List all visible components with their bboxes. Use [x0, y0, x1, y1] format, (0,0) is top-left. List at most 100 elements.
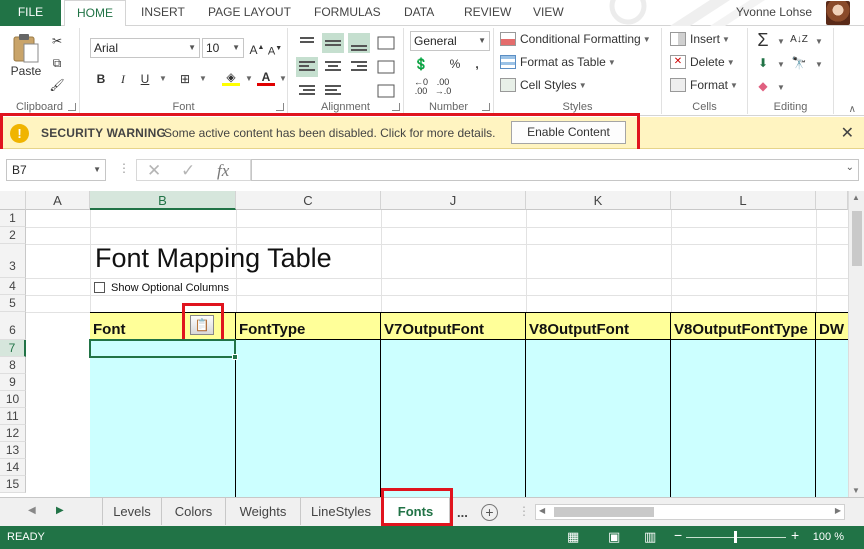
clipboard-launcher-icon[interactable] [68, 103, 76, 111]
font-color-icon[interactable]: A [257, 68, 275, 86]
sheet-tab-linestyles[interactable]: LineStyles [301, 498, 382, 525]
tab-split-handle[interactable]: ⋮ [518, 504, 530, 518]
insert-function-button[interactable]: fx [217, 161, 229, 181]
paste-button[interactable]: Paste [8, 32, 44, 78]
sort-filter-icon[interactable]: A↓Z [790, 31, 808, 49]
scroll-down-icon[interactable]: ▼ [852, 486, 860, 495]
number-format-select[interactable]: General ▼ [410, 31, 490, 51]
close-icon[interactable]: ✕ [841, 123, 854, 143]
chevron-down-icon[interactable]: ▼ [810, 56, 828, 74]
row-header-4[interactable]: 4 [0, 278, 26, 295]
font-launcher-icon[interactable] [276, 103, 284, 111]
select-all-corner[interactable] [0, 191, 26, 210]
page-break-view-icon[interactable]: ▥ [644, 529, 656, 545]
chevron-down-icon[interactable]: ▼ [772, 33, 790, 51]
row-header-7[interactable]: 7 [0, 340, 26, 357]
scroll-right-icon[interactable]: ▶ [835, 506, 841, 515]
tab-data[interactable]: DATA [404, 0, 434, 26]
row-header-3[interactable]: 3 [0, 244, 26, 278]
chevron-down-icon[interactable]: ▼ [772, 56, 790, 74]
row-header-6[interactable]: 6 [0, 312, 26, 340]
format-as-table-button[interactable]: Format as Table ▼ [500, 55, 616, 69]
font-size-select[interactable]: 10 ▼ [202, 38, 244, 58]
column-header-b[interactable]: B [90, 191, 236, 210]
shrink-font-icon[interactable]: A▼ [266, 40, 284, 58]
sheet-tab-colors[interactable]: Colors [162, 498, 226, 525]
row-header-12[interactable]: 12 [0, 425, 26, 442]
row-header-2[interactable]: 2 [0, 227, 26, 244]
number-launcher-icon[interactable] [482, 103, 490, 111]
user-name[interactable]: Yvonne Lohse [736, 5, 812, 19]
copy-icon[interactable]: ⧉ [48, 54, 66, 72]
horizontal-scroll-thumb[interactable] [554, 507, 654, 517]
delete-cells-button[interactable]: ✕ Delete ▼ [670, 55, 735, 69]
column-header-k[interactable]: K [526, 191, 671, 210]
font-name-select[interactable]: Arial ▼ [90, 38, 200, 58]
row-header-9[interactable]: 9 [0, 374, 26, 391]
cancel-icon[interactable]: ✕ [147, 161, 161, 181]
chevron-down-icon[interactable]: ▼ [154, 70, 172, 88]
tab-review[interactable]: REVIEW [464, 0, 511, 26]
italic-button[interactable]: I [114, 70, 132, 88]
borders-icon[interactable]: ⊞ [176, 70, 194, 88]
avatar[interactable] [826, 1, 850, 25]
bold-button[interactable]: B [92, 70, 110, 88]
tab-formulas[interactable]: FORMULAS [314, 0, 381, 26]
row-header-11[interactable]: 11 [0, 408, 26, 425]
enter-icon[interactable]: ✓ [181, 161, 195, 181]
comma-button[interactable]: , [468, 55, 486, 73]
horizontal-scrollbar[interactable]: ◀ ▶ [535, 504, 845, 520]
row-header-5[interactable]: 5 [0, 295, 26, 312]
row-header-10[interactable]: 10 [0, 391, 26, 408]
column-header-a[interactable]: A [26, 191, 90, 210]
header-cell-v8outputfonttype[interactable]: V8OutputFontType [671, 313, 816, 340]
scroll-up-icon[interactable]: ▲ [852, 193, 860, 202]
table-data-area[interactable] [90, 340, 850, 497]
active-cell-b7[interactable] [89, 339, 236, 358]
row-header-15[interactable]: 15 [0, 476, 26, 493]
fill-icon[interactable]: ⬇ [754, 54, 772, 72]
more-sheets-button[interactable]: ... [457, 505, 468, 520]
chevron-down-icon[interactable]: ⌄ [846, 162, 854, 173]
row-header-13[interactable]: 13 [0, 442, 26, 459]
clear-icon[interactable]: ◆ [754, 77, 772, 95]
chevron-down-icon[interactable]: ▼ [240, 70, 258, 88]
worksheet-grid[interactable]: A B C J K L 1 2 3 4 5 6 7 8 9 10 11 12 1… [0, 191, 864, 497]
column-header-next[interactable] [816, 191, 848, 210]
scroll-left-icon[interactable]: ◀ [539, 506, 545, 515]
header-cell-fonttype[interactable]: FontType [236, 313, 381, 340]
column-header-c[interactable]: C [236, 191, 381, 210]
scroll-tabs-left-icon[interactable]: ◀ [28, 505, 36, 516]
grow-font-icon[interactable]: A▲ [248, 39, 266, 57]
tab-file[interactable]: FILE [0, 0, 61, 26]
vertical-scrollbar[interactable]: ▲ ▼ [848, 191, 864, 497]
chevron-down-icon[interactable]: ▼ [810, 33, 828, 51]
header-cell-v8outputfont[interactable]: V8OutputFont [526, 313, 671, 340]
format-cells-button[interactable]: Format ▼ [670, 78, 738, 92]
vertical-scroll-thumb[interactable] [852, 211, 862, 266]
fill-handle[interactable] [232, 354, 238, 360]
underline-button[interactable]: U [136, 70, 154, 88]
chevron-down-icon[interactable]: ▼ [194, 70, 212, 88]
zoom-in-icon[interactable]: + [791, 527, 799, 543]
page-layout-view-icon[interactable]: ▣ [608, 529, 620, 545]
conditional-formatting-button[interactable]: Conditional Formatting ▼ [500, 32, 651, 46]
row-header-8[interactable]: 8 [0, 357, 26, 374]
sheet-tab-levels[interactable]: Levels [102, 498, 162, 525]
tab-page-layout[interactable]: PAGE LAYOUT [208, 0, 291, 26]
sheet-tab-weights[interactable]: Weights [226, 498, 301, 525]
chevron-down-icon[interactable]: ▼ [772, 79, 790, 97]
find-select-icon[interactable]: 🔭 [790, 54, 808, 72]
zoom-out-icon[interactable]: − [674, 527, 682, 543]
increase-decimal-icon[interactable]: ←0.00 [412, 78, 430, 96]
show-optional-columns-checkbox[interactable] [94, 282, 105, 293]
autosum-icon[interactable]: Σ [754, 31, 772, 49]
name-box[interactable]: B7 ▼ [6, 159, 106, 181]
accounting-format-icon[interactable]: 💲 [412, 55, 430, 73]
fill-color-icon[interactable]: ◈ [222, 68, 240, 86]
zoom-level[interactable]: 100 % [813, 531, 844, 543]
row-header-14[interactable]: 14 [0, 459, 26, 476]
collapse-ribbon-icon[interactable]: ∧ [849, 104, 856, 115]
tab-view[interactable]: VIEW [533, 0, 564, 26]
add-sheet-icon[interactable]: + [481, 504, 498, 521]
